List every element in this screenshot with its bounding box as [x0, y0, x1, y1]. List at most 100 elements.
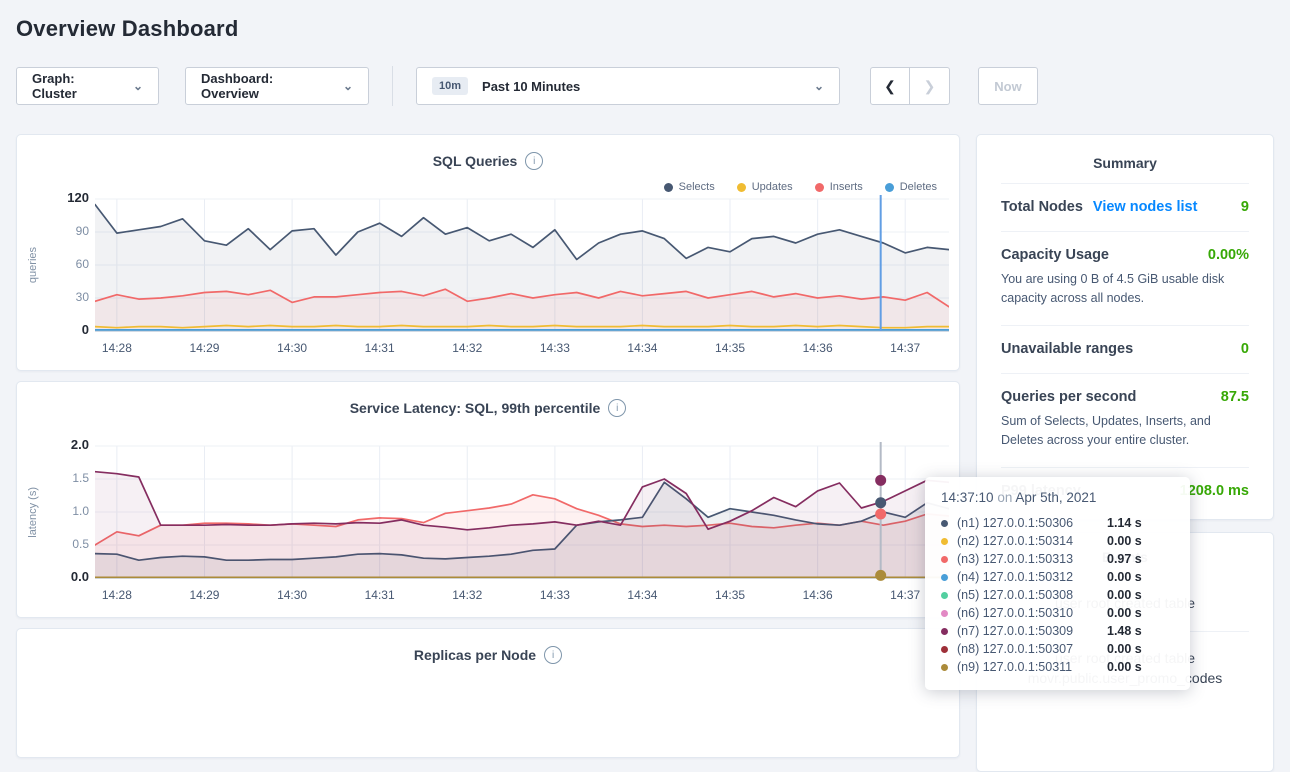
capacity-usage-row: Capacity Usage 0.00% You are using 0 B o… — [1001, 231, 1249, 325]
x-tick: 14:36 — [803, 341, 833, 355]
dashboard-dropdown-label: Dashboard: Overview — [201, 71, 333, 101]
y-tick: 1.5 — [72, 471, 89, 485]
tooltip-row-n6: (n6) 127.0.0.1:50310 0.00 s — [941, 604, 1174, 622]
sql-queries-svg — [95, 195, 949, 335]
service-latency-plot[interactable]: 14:28 14:29 14:30 14:31 14:32 14:33 14:3… — [95, 442, 949, 606]
sql-queries-title: SQL Queries — [433, 153, 518, 169]
node-color-dot — [941, 664, 948, 671]
x-tick: 14:30 — [277, 588, 307, 602]
page-title: Overview Dashboard — [16, 16, 1274, 42]
prev-range-button[interactable]: ❮ — [870, 67, 910, 105]
tooltip-row-n5: (n5) 127.0.0.1:50308 0.00 s — [941, 586, 1174, 604]
legend-label: Updates — [752, 181, 793, 193]
tooltip-row-n1: (n1) 127.0.0.1:50306 1.14 s — [941, 514, 1174, 532]
queries-per-second-value: 87.5 — [1221, 389, 1249, 405]
chevron-down-icon: ⌄ — [343, 80, 353, 92]
deletes-dot — [885, 183, 894, 192]
x-tick: 14:30 — [277, 341, 307, 355]
service-latency-svg — [95, 442, 949, 582]
updates-dot — [737, 183, 746, 192]
node-color-dot — [941, 520, 948, 527]
chart-title-row: Service Latency: SQL, 99th percentile i — [17, 382, 959, 417]
x-tick: 14:28 — [102, 341, 132, 355]
node-color-dot — [941, 646, 948, 653]
x-tick: 14:33 — [540, 588, 570, 602]
queries-per-second-row: Queries per second 87.5 Sum of Selects, … — [1001, 373, 1249, 467]
inserts-dot — [815, 183, 824, 192]
unavailable-ranges-label: Unavailable ranges — [1001, 341, 1133, 357]
y-tick: 60 — [76, 257, 89, 271]
graph-dropdown[interactable]: Graph: Cluster ⌄ — [16, 67, 159, 105]
y-tick: 0.5 — [72, 537, 89, 551]
tooltip-row-n4: (n4) 127.0.0.1:50312 0.00 s — [941, 568, 1174, 586]
legend-label: Selects — [679, 181, 715, 193]
tooltip-row-n8: (n8) 127.0.0.1:50307 0.00 s — [941, 640, 1174, 658]
summary-title: Summary — [1001, 155, 1249, 183]
y-axis-ticks: 2.0 1.5 1.0 0.5 0.0 — [47, 442, 89, 582]
info-icon[interactable]: i — [544, 646, 562, 664]
queries-per-second-label: Queries per second — [1001, 389, 1136, 405]
node-color-dot — [941, 592, 948, 599]
total-nodes-row: Total Nodes View nodes list 9 — [1001, 183, 1249, 231]
y-axis-title: latency (s) — [27, 442, 39, 582]
legend-item-inserts[interactable]: Inserts — [815, 181, 863, 193]
time-range-badge: 10m — [432, 77, 468, 95]
service-latency-chart-card: Service Latency: SQL, 99th percentile i … — [16, 381, 960, 618]
x-tick: 14:36 — [803, 588, 833, 602]
unavailable-ranges-value: 0 — [1241, 341, 1249, 357]
y-axis-ticks: 120 90 60 30 0 — [47, 195, 89, 335]
view-nodes-list-link[interactable]: View nodes list — [1093, 199, 1198, 215]
legend-item-deletes[interactable]: Deletes — [885, 181, 937, 193]
legend-item-selects[interactable]: Selects — [664, 181, 715, 193]
info-icon[interactable]: i — [525, 152, 543, 170]
legend-item-updates[interactable]: Updates — [737, 181, 793, 193]
queries-per-second-desc: Sum of Selects, Updates, Inserts, and De… — [1001, 412, 1249, 451]
y-tick: 2.0 — [71, 438, 89, 452]
y-tick: 30 — [76, 290, 89, 304]
node-color-dot — [941, 556, 948, 563]
x-tick: 14:37 — [890, 588, 920, 602]
x-tick: 14:33 — [540, 341, 570, 355]
node-color-dot — [941, 628, 948, 635]
total-nodes-value: 9 — [1241, 199, 1249, 215]
time-range-label: Past 10 Minutes — [482, 79, 580, 94]
time-range-dropdown[interactable]: 10m Past 10 Minutes ⌄ — [416, 67, 840, 105]
y-tick: 90 — [76, 224, 89, 238]
replicas-per-node-title: Replicas per Node — [414, 647, 536, 663]
replicas-per-node-chart-card: Replicas per Node i — [16, 628, 960, 758]
now-button[interactable]: Now — [978, 67, 1038, 105]
x-tick: 14:35 — [715, 341, 745, 355]
node-color-dot — [941, 610, 948, 617]
capacity-usage-desc: You are using 0 B of 4.5 GiB usable disk… — [1001, 270, 1249, 309]
selects-dot — [664, 183, 673, 192]
x-tick: 14:29 — [189, 588, 219, 602]
y-tick: 1.0 — [72, 504, 89, 518]
sql-queries-plot[interactable]: 14:28 14:29 14:30 14:31 14:32 14:33 14:3… — [95, 195, 949, 359]
chart-title-row: Replicas per Node i — [17, 629, 959, 664]
p99-latency-value: 1208.0 ms — [1180, 483, 1249, 499]
chevron-down-icon: ⌄ — [133, 80, 143, 92]
y-tick: 0 — [82, 323, 89, 337]
x-tick: 14:31 — [365, 341, 395, 355]
node-color-dot — [941, 538, 948, 545]
x-tick: 14:31 — [365, 588, 395, 602]
x-tick: 14:37 — [890, 341, 920, 355]
next-range-button[interactable]: ❯ — [910, 67, 950, 105]
x-tick: 14:32 — [452, 341, 482, 355]
dashboard-dropdown[interactable]: Dashboard: Overview ⌄ — [185, 67, 369, 105]
x-tick: 14:28 — [102, 588, 132, 602]
chart-title-row: SQL Queries i — [17, 135, 959, 170]
charts-column: SQL Queries i Selects Updates Inserts — [16, 134, 960, 758]
toolbar: Graph: Cluster ⌄ Dashboard: Overview ⌄ 1… — [16, 66, 1274, 106]
summary-panel: Summary Total Nodes View nodes list 9 Ca… — [976, 134, 1274, 520]
chart-hover-tooltip: 14:37:10 on Apr 5th, 2021 (n1) 127.0.0.1… — [925, 477, 1190, 690]
service-latency-title: Service Latency: SQL, 99th percentile — [350, 400, 601, 416]
unavailable-ranges-row: Unavailable ranges 0 — [1001, 325, 1249, 373]
tooltip-row-n3: (n3) 127.0.0.1:50313 0.97 s — [941, 550, 1174, 568]
y-tick: 0.0 — [71, 570, 89, 584]
y-axis-title: queries — [27, 195, 39, 335]
graph-dropdown-label: Graph: Cluster — [32, 71, 123, 101]
info-icon[interactable]: i — [608, 399, 626, 417]
sql-queries-legend: Selects Updates Inserts Deletes — [664, 181, 937, 193]
legend-label: Deletes — [900, 181, 937, 193]
